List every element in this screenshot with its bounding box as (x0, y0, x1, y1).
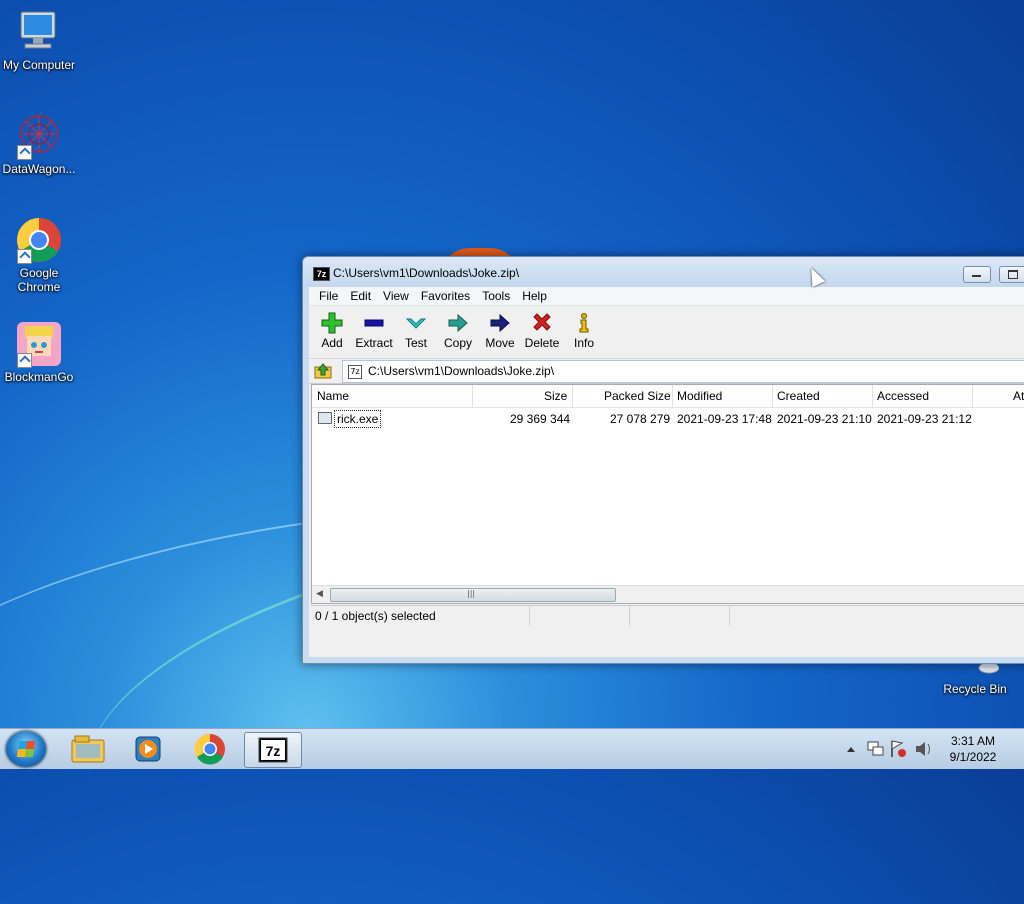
show-hidden-icons-icon (847, 747, 855, 752)
column-created[interactable]: Created (777, 389, 820, 403)
menu-tools[interactable]: Tools (476, 287, 516, 305)
test-icon (405, 318, 427, 329)
toolbar: Add Extract Test Copy Move Delete Info (309, 306, 1024, 359)
address-text: C:\Users\vm1\Downloads\Joke.zip\ (368, 364, 555, 378)
desktop-icon-chrome[interactable]: Google Chrome (0, 216, 78, 294)
menu-edit[interactable]: Edit (344, 287, 377, 305)
media-player-icon (135, 736, 161, 762)
desktop-icon-blockmango[interactable]: BlockmanGo (0, 320, 78, 384)
exe-file-icon (318, 412, 332, 424)
desktop-icon-datawagon[interactable]: DataWagon... (0, 112, 78, 176)
window-title-bar[interactable]: 7z C:\Users\vm1\Downloads\Joke.zip\ (303, 257, 1024, 287)
minimize-button[interactable] (963, 266, 991, 283)
extract-icon (364, 319, 384, 327)
horizontal-scrollbar[interactable]: ◀ ||| (312, 585, 1024, 603)
cell-packed-size: 27 078 279 (610, 412, 671, 426)
network-icon (867, 741, 884, 756)
move-icon (490, 313, 510, 333)
taskbar-media-player[interactable] (120, 732, 176, 766)
address-field[interactable]: 7z C:\Users\vm1\Downloads\Joke.zip\ (342, 360, 1024, 383)
add-label: Add (321, 336, 343, 350)
test-button[interactable]: Test (395, 306, 437, 358)
datawagon-icon (15, 112, 63, 160)
7zip-icon-text: 7z (266, 743, 281, 759)
list-header: Name Size Packed Size Modified Created A… (312, 385, 1024, 408)
menu-bar: File Edit View Favorites Tools Help (309, 287, 1024, 306)
taskbar: 7z 3:31 AM 9/1/2022 (0, 728, 1024, 769)
column-name[interactable]: Name (317, 389, 349, 403)
info-icon (579, 313, 589, 333)
scrollbar-thumb[interactable]: ||| (330, 588, 616, 602)
menu-favorites[interactable]: Favorites (415, 287, 476, 305)
shortcut-arrow-icon (17, 353, 32, 368)
system-tray (840, 729, 940, 769)
scroll-left-icon[interactable]: ◀ (316, 589, 323, 599)
desktop-icon-label: Google Chrome (17, 266, 61, 294)
desktop-icon-my-computer[interactable]: My Computer (0, 8, 78, 72)
move-button[interactable]: Move (479, 306, 521, 358)
info-label: Info (573, 336, 594, 350)
delete-icon (533, 313, 551, 331)
up-folder-icon (314, 363, 332, 379)
extract-button[interactable]: Extract (353, 306, 395, 358)
desktop-icon-label: BlockmanGo (4, 370, 74, 384)
cell-name[interactable]: rick.exe (334, 410, 382, 428)
status-bar: 0 / 1 object(s) selected (311, 605, 1024, 626)
delete-button[interactable]: Delete (521, 306, 563, 358)
action-center-flag-icon (891, 740, 906, 757)
computer-icon (15, 8, 63, 56)
desktop-icon-label: My Computer (2, 58, 76, 72)
shortcut-arrow-icon (17, 249, 32, 264)
explorer-icon (71, 735, 105, 763)
chrome-icon (15, 216, 63, 264)
menu-help[interactable]: Help (516, 287, 553, 305)
status-text: 0 / 1 object(s) selected (315, 609, 436, 623)
file-list[interactable]: Name Size Packed Size Modified Created A… (311, 384, 1024, 604)
column-accessed[interactable]: Accessed (877, 389, 929, 403)
cell-size: 29 369 344 (510, 412, 571, 426)
cell-created: 2021-09-23 21:10 (777, 412, 872, 426)
archive-icon: 7z (348, 365, 362, 379)
cell-modified: 2021-09-23 17:48 (677, 412, 772, 426)
taskbar-7zip[interactable]: 7z (244, 732, 302, 768)
maximize-button[interactable] (999, 266, 1024, 283)
menu-view[interactable]: View (377, 287, 415, 305)
desktop-icon-label: DataWagon... (2, 162, 76, 176)
copy-icon (448, 313, 468, 333)
column-packed-size[interactable]: Packed Size (604, 389, 671, 403)
menu-file[interactable]: File (313, 287, 344, 305)
7zip-window[interactable]: 7z C:\Users\vm1\Downloads\Joke.zip\ File… (302, 256, 1024, 664)
copy-label: Copy (443, 336, 472, 350)
copy-button[interactable]: Copy (437, 306, 479, 358)
taskbar-chrome[interactable] (182, 732, 238, 766)
address-row: 7z C:\Users\vm1\Downloads\Joke.zip\ (309, 359, 1024, 384)
system-clock[interactable]: 3:31 AM 9/1/2022 (940, 733, 1006, 765)
column-modified[interactable]: Modified (677, 389, 722, 403)
column-size[interactable]: Size (544, 389, 567, 403)
taskbar-explorer[interactable] (60, 732, 116, 766)
blockmango-icon (15, 320, 63, 368)
test-label: Test (404, 336, 427, 350)
table-row[interactable]: rick.exe 29 369 344 27 078 279 2021-09-2… (312, 408, 1024, 428)
add-icon (321, 312, 343, 334)
shortcut-arrow-icon (17, 145, 32, 160)
clock-time: 3:31 AM (950, 734, 996, 748)
grip-icon: ||| (467, 589, 476, 598)
clock-date: 9/1/2022 (949, 750, 997, 764)
extract-label: Extract (355, 336, 393, 350)
start-button[interactable] (6, 731, 46, 767)
volume-icon (916, 742, 930, 756)
7zip-icon: 7z (258, 737, 288, 763)
desktop-icon-label: Recycle Bin (943, 682, 1007, 696)
delete-label: Delete (524, 336, 560, 350)
move-label: Move (485, 336, 515, 350)
chrome-icon (194, 733, 225, 765)
column-attributes[interactable]: At (1013, 389, 1024, 403)
up-folder-button[interactable] (313, 362, 333, 380)
cell-accessed: 2021-09-23 21:12 (877, 412, 972, 426)
info-button[interactable]: Info (563, 306, 605, 358)
window-title: C:\Users\vm1\Downloads\Joke.zip\ (333, 266, 520, 280)
add-button[interactable]: Add (311, 306, 353, 358)
7zip-app-icon: 7z (313, 267, 330, 281)
